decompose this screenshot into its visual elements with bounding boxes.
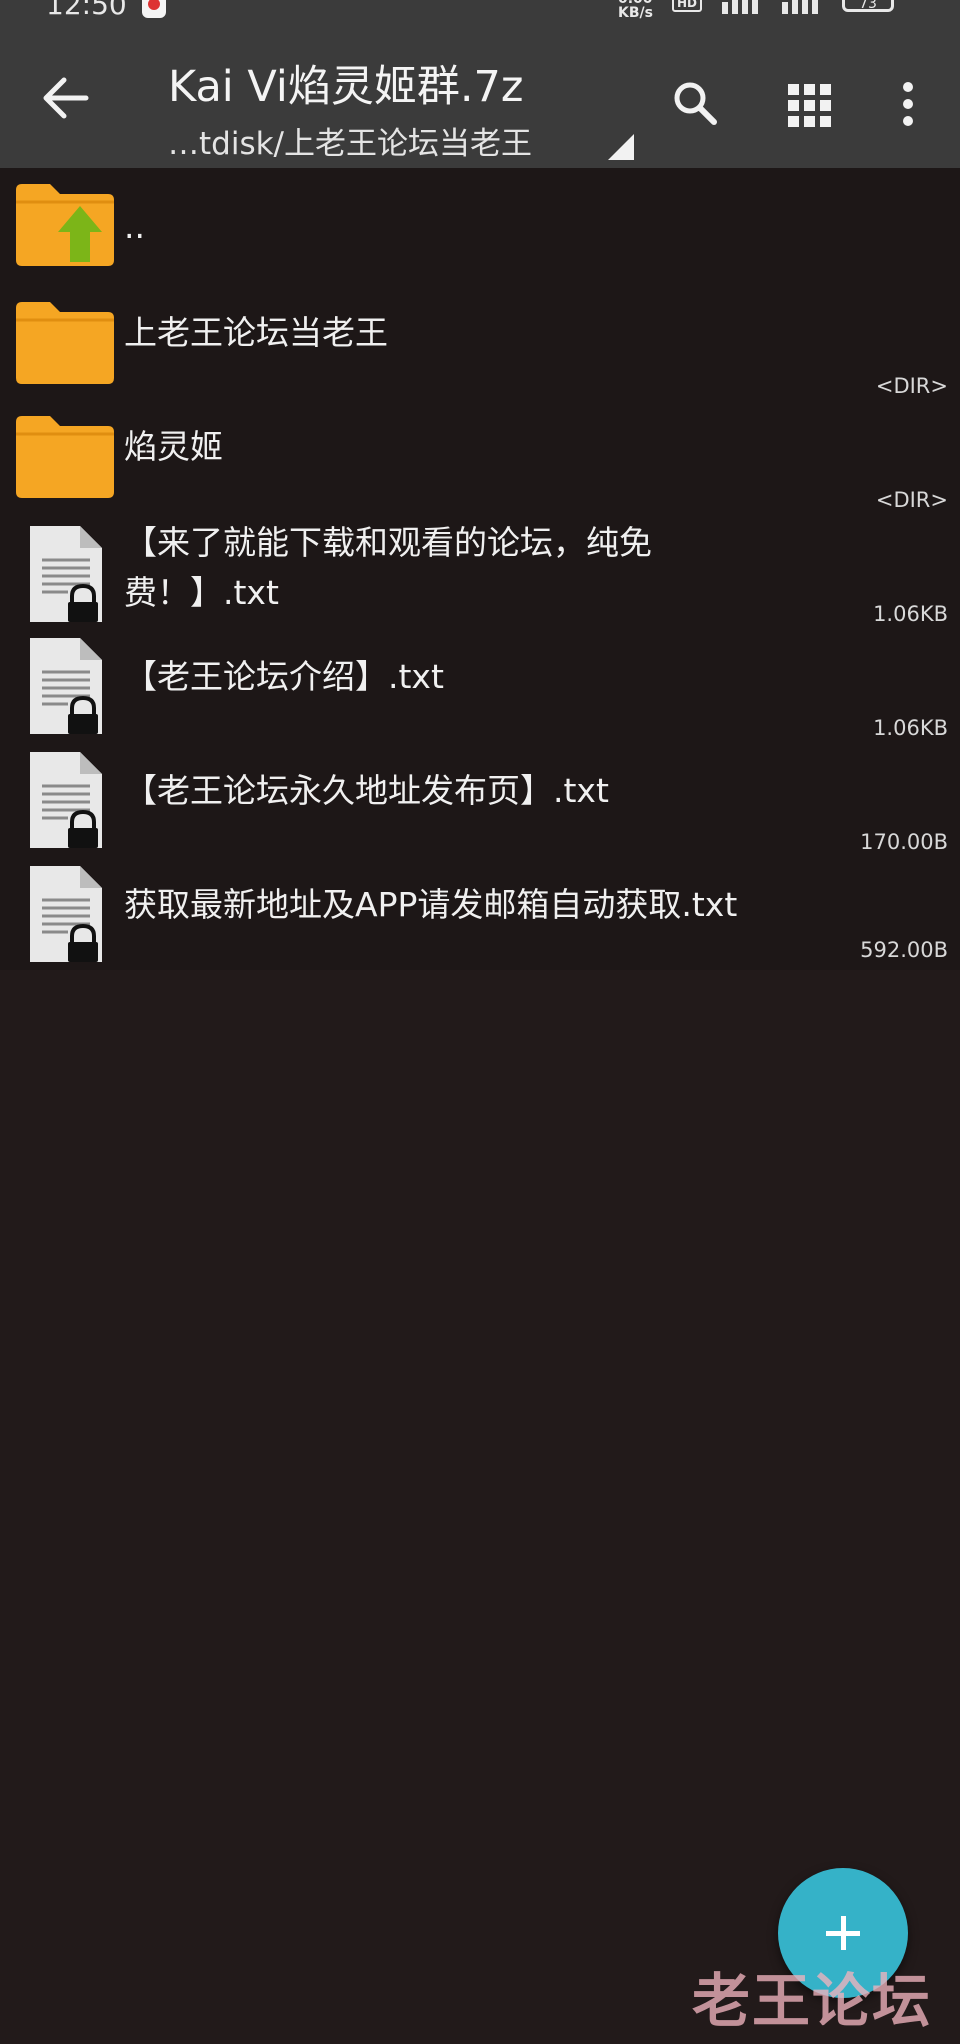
path-dropdown-icon[interactable] [606, 132, 634, 160]
hd-badge: HD [672, 0, 703, 12]
battery-icon: 73 [842, 0, 894, 12]
list-item-folder[interactable]: 上老王论坛当老王 <DIR> [0, 298, 960, 408]
file-size: 592.00B [860, 938, 948, 962]
list-item-locked-file[interactable]: 【来了就能下载和观看的论坛，纯免 费！】.txt 1.06KB [0, 518, 960, 632]
file-name: 【老王论坛介绍】.txt [124, 657, 444, 696]
folder-icon [16, 416, 114, 498]
list-item-locked-file[interactable]: 【老王论坛介绍】.txt 1.06KB [0, 632, 960, 746]
file-name-line-1: 【来了就能下载和观看的论坛，纯免 [124, 523, 652, 562]
watermark-text: 老王论坛 [692, 1967, 933, 2035]
folder-icon [16, 302, 114, 384]
locked-text-file-icon [30, 526, 102, 622]
search-icon[interactable] [670, 78, 718, 126]
file-name: .. [124, 207, 145, 246]
network-speed: 0.00 KB/s [618, 0, 653, 21]
locked-text-file-icon [30, 866, 102, 962]
archive-path[interactable]: …tdisk/上老王论坛当老王 [168, 118, 532, 163]
locked-text-file-icon [30, 752, 102, 848]
status-bar: 12:50 0.00 KB/s HD 73 [0, 0, 960, 22]
app-bar: Kai Vi焰灵姬群.7z …tdisk/上老王论坛当老王 [0, 22, 960, 168]
file-name: 获取最新地址及APP请发邮箱自动获取.txt [124, 885, 738, 924]
archive-title: Kai Vi焰灵姬群.7z [168, 62, 524, 112]
file-meta: <DIR> [875, 488, 948, 512]
file-name-line-2: 费！】.txt [124, 573, 279, 612]
file-size: 170.00B [860, 830, 948, 854]
file-name: 焰灵姬 [124, 427, 223, 466]
file-size: 1.06KB [873, 716, 948, 740]
signal-icon [722, 0, 758, 14]
list-item-folder[interactable]: 焰灵姬 <DIR> [0, 412, 960, 522]
signal-icon-2 [782, 0, 818, 14]
notification-app-icon [142, 0, 166, 18]
file-list: .. 上老王论坛当老王 <DIR> 焰灵姬 <DIR> 【来了就能下载和观看的论… [0, 168, 960, 970]
file-name: 上老王论坛当老王 [124, 313, 388, 352]
list-item-locked-file[interactable]: 获取最新地址及APP请发邮箱自动获取.txt 592.00B [0, 860, 960, 970]
grid-view-icon[interactable] [786, 82, 834, 130]
locked-text-file-icon [30, 638, 102, 734]
file-meta: <DIR> [875, 374, 948, 398]
arrow-back-icon[interactable] [30, 70, 100, 126]
list-item-locked-file[interactable]: 【老王论坛永久地址发布页】.txt 170.00B [0, 746, 960, 860]
file-size: 1.06KB [873, 602, 948, 626]
list-item-parent-folder[interactable]: .. [0, 180, 960, 280]
more-vert-icon[interactable] [888, 80, 928, 128]
folder-up-icon [16, 184, 114, 266]
status-time: 12:50 [46, 0, 127, 21]
file-name: 【老王论坛永久地址发布页】.txt [124, 771, 609, 810]
